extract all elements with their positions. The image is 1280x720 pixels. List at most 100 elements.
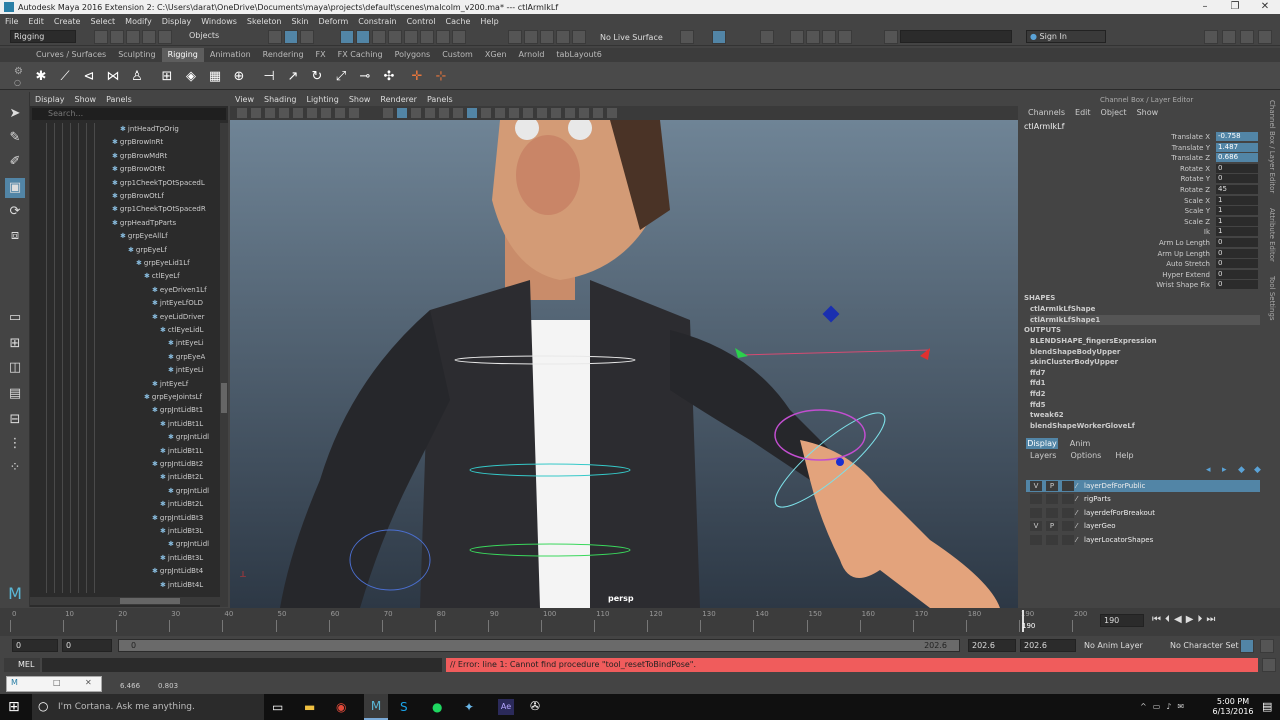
- playback-start-field[interactable]: 0: [62, 639, 112, 652]
- menu-windows[interactable]: Windows: [196, 17, 242, 26]
- channel-value-field[interactable]: 0: [1216, 269, 1258, 279]
- output-item[interactable]: ffd5: [1030, 400, 1046, 410]
- outliner-menu-item[interactable]: Display: [30, 95, 70, 104]
- layer-menu-item[interactable]: Layers: [1030, 451, 1056, 460]
- select-by-curves-icon[interactable]: [372, 30, 386, 44]
- outliner-row[interactable]: ✱ jntEyeLf: [152, 378, 188, 391]
- outliner-row[interactable]: ✱ jntEyeLfOLD: [152, 297, 203, 310]
- scale-tool-icon[interactable]: ⧈: [5, 226, 25, 246]
- shelf-tab[interactable]: Custom: [436, 48, 479, 62]
- channel-value-field[interactable]: 0: [1216, 280, 1258, 290]
- menu-constrain[interactable]: Constrain: [353, 17, 401, 26]
- viewport-tool-icon[interactable]: [334, 107, 346, 119]
- channel-value-field[interactable]: 0: [1216, 238, 1258, 247]
- outliner-layout-icon[interactable]: ⋮: [5, 434, 25, 454]
- layer-move-up-icon[interactable]: ◂: [1206, 465, 1211, 475]
- outliner-row[interactable]: ✱ jntEyeLi: [168, 364, 204, 377]
- command-input[interactable]: [42, 658, 442, 672]
- outliner-row[interactable]: ✱ jntHeadTpOrig: [120, 123, 179, 136]
- menu-skin[interactable]: Skin: [287, 17, 314, 26]
- shelf-tab[interactable]: tabLayout6: [550, 48, 607, 62]
- shelf-tab[interactable]: FX: [310, 48, 332, 62]
- channel-box-icon[interactable]: [1258, 30, 1272, 44]
- playback-controls[interactable]: ⏮⏴◀▶⏵⏭: [1152, 614, 1219, 625]
- perspective-viewport[interactable]: persp ⟂: [230, 120, 1018, 608]
- maya-taskbar-icon[interactable]: M: [364, 694, 388, 720]
- channel-row[interactable]: Hyper Extend 0: [1020, 269, 1268, 280]
- outliner-hscrollbar[interactable]: [30, 597, 220, 605]
- channel-value-field[interactable]: 1: [1216, 206, 1258, 216]
- channel-row[interactable]: Ik 1: [1020, 227, 1268, 237]
- outliner-row[interactable]: ✱ jntLidBt1L: [160, 418, 203, 431]
- shelf-gear-icon[interactable]: ⚙: [14, 66, 23, 77]
- layer-visibility-toggle[interactable]: [1030, 507, 1042, 518]
- viewport-tool-icon[interactable]: [306, 107, 318, 119]
- layer-row[interactable]: V P ⁄ layerDefForPublic: [1026, 480, 1260, 492]
- smooth-bind-icon[interactable]: ◈: [182, 68, 200, 86]
- file-explorer-icon[interactable]: ▬: [304, 700, 315, 714]
- undo-icon[interactable]: [142, 30, 156, 44]
- menu-help[interactable]: Help: [475, 17, 503, 26]
- current-frame-field[interactable]: 190: [1100, 614, 1144, 627]
- minimized-window[interactable]: M □ ✕: [6, 676, 102, 692]
- toggle-panel-icon[interactable]: [884, 30, 898, 44]
- new-layer-icon[interactable]: ◆: [1238, 465, 1245, 475]
- outliner-row[interactable]: ✱ jntLidBt3L: [160, 552, 203, 565]
- outliner-row[interactable]: ✱ ctlEyeLf: [144, 270, 180, 283]
- outliner-row[interactable]: ✱ jntEyeLi: [168, 337, 204, 350]
- viewport-tool-icon[interactable]: [466, 107, 478, 119]
- viewport-tool-icon[interactable]: [550, 107, 562, 119]
- script-language-toggle[interactable]: MEL: [4, 658, 40, 672]
- hypershade-layout-icon[interactable]: ⊟: [5, 410, 25, 430]
- outliner-row[interactable]: ✱ grpJntLidl: [168, 431, 209, 444]
- minimized-restore-icon[interactable]: □: [53, 678, 61, 687]
- menu-display[interactable]: Display: [157, 17, 197, 26]
- layer-color-swatch[interactable]: [1062, 521, 1074, 532]
- modeling-toolkit-icon[interactable]: [1222, 30, 1236, 44]
- channel-row[interactable]: Scale X 1: [1020, 195, 1268, 206]
- layer-row[interactable]: ⁄ rigParts: [1026, 493, 1260, 505]
- parent-constraint-icon[interactable]: ⊣: [260, 68, 278, 86]
- shelf-tab[interactable]: FX Caching: [332, 48, 389, 62]
- outliner-row[interactable]: ✱ grpJntLidBt1: [152, 404, 203, 417]
- viewport-tool-icon[interactable]: [438, 107, 450, 119]
- side-tab-attribute-editor[interactable]: Attribute Editor: [1268, 208, 1276, 262]
- outliner-row[interactable]: ✱ grpBrowOtRt: [112, 163, 165, 176]
- ik-handle-icon[interactable]: ⟋: [56, 68, 74, 86]
- workspace-icon[interactable]: [1204, 30, 1218, 44]
- outliner-row[interactable]: ✱ ctlEyeLidL: [160, 324, 203, 337]
- viewport-tool-icon[interactable]: [424, 107, 436, 119]
- outliner-row[interactable]: ✱ jntLidBt2L: [160, 471, 203, 484]
- viewport-menu-item[interactable]: Lighting: [301, 95, 343, 104]
- menu-file[interactable]: File: [0, 17, 23, 26]
- shelf-tab[interactable]: Rigging: [161, 48, 204, 62]
- time-slider[interactable]: 0 10 20 30 40 50 60 70 80 90 100 110 120 130 140 150 160…: [0, 608, 1280, 636]
- component-mode-icon[interactable]: [300, 30, 314, 44]
- humanik-icon[interactable]: ♙: [128, 68, 146, 86]
- mirror-joints-icon[interactable]: ⋈: [104, 68, 122, 86]
- outliner-row[interactable]: ✱ grpBrowInRt: [112, 136, 163, 149]
- channel-value-field[interactable]: 0: [1216, 259, 1258, 269]
- animation-prefs-icon[interactable]: [1260, 639, 1274, 653]
- snap-view-plane-icon[interactable]: [556, 30, 570, 44]
- layer-playback-toggle[interactable]: [1046, 494, 1058, 505]
- outliner-row[interactable]: ✱ grpEyeLid1Lf: [136, 257, 190, 270]
- channel-box-menu-item[interactable]: Object: [1101, 108, 1127, 117]
- layer-row[interactable]: ⁄ layerdefForBreakout: [1026, 507, 1260, 519]
- channel-row[interactable]: Arm Lo Length 0: [1020, 238, 1268, 248]
- system-tray-icons[interactable]: ^▭♪✉: [1140, 702, 1190, 711]
- layer-visibility-toggle[interactable]: V: [1030, 521, 1042, 532]
- render-setup-icon[interactable]: [838, 30, 852, 44]
- channel-row[interactable]: Scale Y 1: [1020, 206, 1268, 216]
- outliner-row[interactable]: ✱ eyeLidDriver: [152, 311, 204, 324]
- tab-anim[interactable]: Anim: [1064, 438, 1096, 449]
- layer-menu-item[interactable]: Help: [1115, 451, 1133, 460]
- output-item[interactable]: BLENDSHAPE_fingersExpression: [1030, 336, 1157, 346]
- menu-modify[interactable]: Modify: [120, 17, 157, 26]
- outliner-row[interactable]: ✱ grpJntLidBt2: [152, 458, 203, 471]
- outliner-row[interactable]: ✱ grpBrowMdRt: [112, 150, 167, 163]
- select-by-misc-icon[interactable]: [452, 30, 466, 44]
- layer-menu-item[interactable]: Options: [1070, 451, 1101, 460]
- viewport-menu-item[interactable]: Shading: [259, 95, 302, 104]
- viewport-tool-icon[interactable]: [236, 107, 248, 119]
